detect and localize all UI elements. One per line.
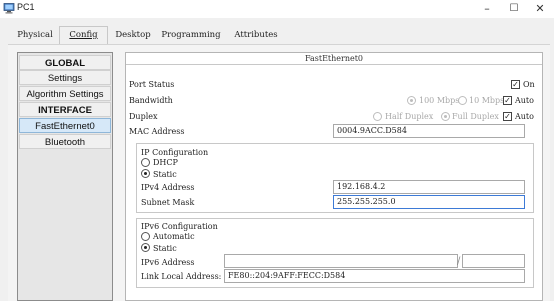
port-status-label: Port Status: [129, 80, 175, 89]
nav-item-algorithm-settings[interactable]: Algorithm Settings: [19, 86, 111, 101]
subnet-mask-label: Subnet Mask: [141, 198, 195, 207]
full-duplex-radio[interactable]: [441, 112, 450, 121]
link-local-address-field[interactable]: FE80::204:9AFF:FECC:D584: [224, 269, 525, 283]
bandwidth-10-label: 10 Mbps: [469, 96, 505, 105]
link-local-address-label: Link Local Address:: [141, 272, 222, 281]
title-bar: [0, 0, 554, 18]
bandwidth-label: Bandwidth: [129, 96, 173, 105]
full-duplex-label: Full Duplex: [452, 112, 499, 121]
ipv6-prefix-separator: /: [457, 256, 461, 267]
port-status-on-label: On: [523, 80, 535, 89]
window-title: PC1: [17, 2, 35, 12]
mac-address-field[interactable]: 0004.9ACC.D584: [333, 124, 525, 138]
minimize-button[interactable]: –: [473, 0, 501, 18]
nav-item-bluetooth[interactable]: Bluetooth: [19, 134, 111, 149]
panel-title: FastEthernet0: [126, 53, 542, 65]
bandwidth-100-radio[interactable]: [407, 96, 416, 105]
duplex-auto-label: Auto: [515, 112, 534, 121]
close-button[interactable]: ✕: [526, 0, 554, 18]
duplex-label: Duplex: [129, 112, 158, 121]
bandwidth-100-label: 100 Mbps: [419, 96, 460, 105]
ipv6-address-field[interactable]: [224, 254, 458, 268]
subnet-mask-field[interactable]: 255.255.255.0: [333, 195, 525, 209]
half-duplex-label: Half Duplex: [385, 112, 434, 121]
ipv6-config-title: IPv6 Configuration: [141, 222, 218, 231]
ipv4-address-field[interactable]: 192.168.4.2: [333, 180, 525, 194]
mac-address-label: MAC Address: [129, 127, 185, 136]
ipv6-static-radio[interactable]: [141, 243, 150, 252]
tab-physical[interactable]: Physical: [13, 28, 57, 43]
ipv6-static-label: Static: [153, 244, 177, 253]
port-status-checkbox[interactable]: ✓: [511, 80, 520, 89]
tab-programming[interactable]: Programming: [160, 28, 222, 43]
ipv4-static-label: Static: [153, 170, 177, 179]
bandwidth-auto-checkbox[interactable]: ✓: [503, 96, 512, 105]
pc-icon: [3, 3, 15, 14]
nav-header-interface: INTERFACE: [19, 102, 111, 117]
tab-config[interactable]: Config: [60, 28, 107, 43]
ipv4-address-label: IPv4 Address: [141, 183, 195, 192]
half-duplex-radio[interactable]: [373, 112, 382, 121]
tab-desktop[interactable]: Desktop: [111, 28, 155, 43]
tab-attributes[interactable]: Attributes: [228, 28, 284, 43]
maximize-button[interactable]: ☐: [500, 0, 528, 18]
ipv6-automatic-radio[interactable]: [141, 232, 150, 241]
ipv6-automatic-label: Automatic: [153, 232, 195, 241]
nav-item-fastethernet0[interactable]: FastEthernet0: [19, 118, 111, 133]
ipv4-config-title: IP Configuration: [141, 148, 209, 157]
duplex-auto-checkbox[interactable]: ✓: [503, 112, 512, 121]
dhcp-label: DHCP: [153, 158, 178, 167]
nav-item-settings[interactable]: Settings: [19, 70, 111, 85]
ipv6-prefix-field[interactable]: [462, 254, 525, 268]
bandwidth-auto-label: Auto: [515, 96, 534, 105]
ipv4-static-radio[interactable]: [141, 169, 150, 178]
bandwidth-10-radio[interactable]: [458, 96, 467, 105]
dhcp-radio[interactable]: [141, 158, 150, 167]
nav-header-global: GLOBAL: [19, 55, 111, 70]
ipv6-address-label: IPv6 Address: [141, 258, 195, 267]
